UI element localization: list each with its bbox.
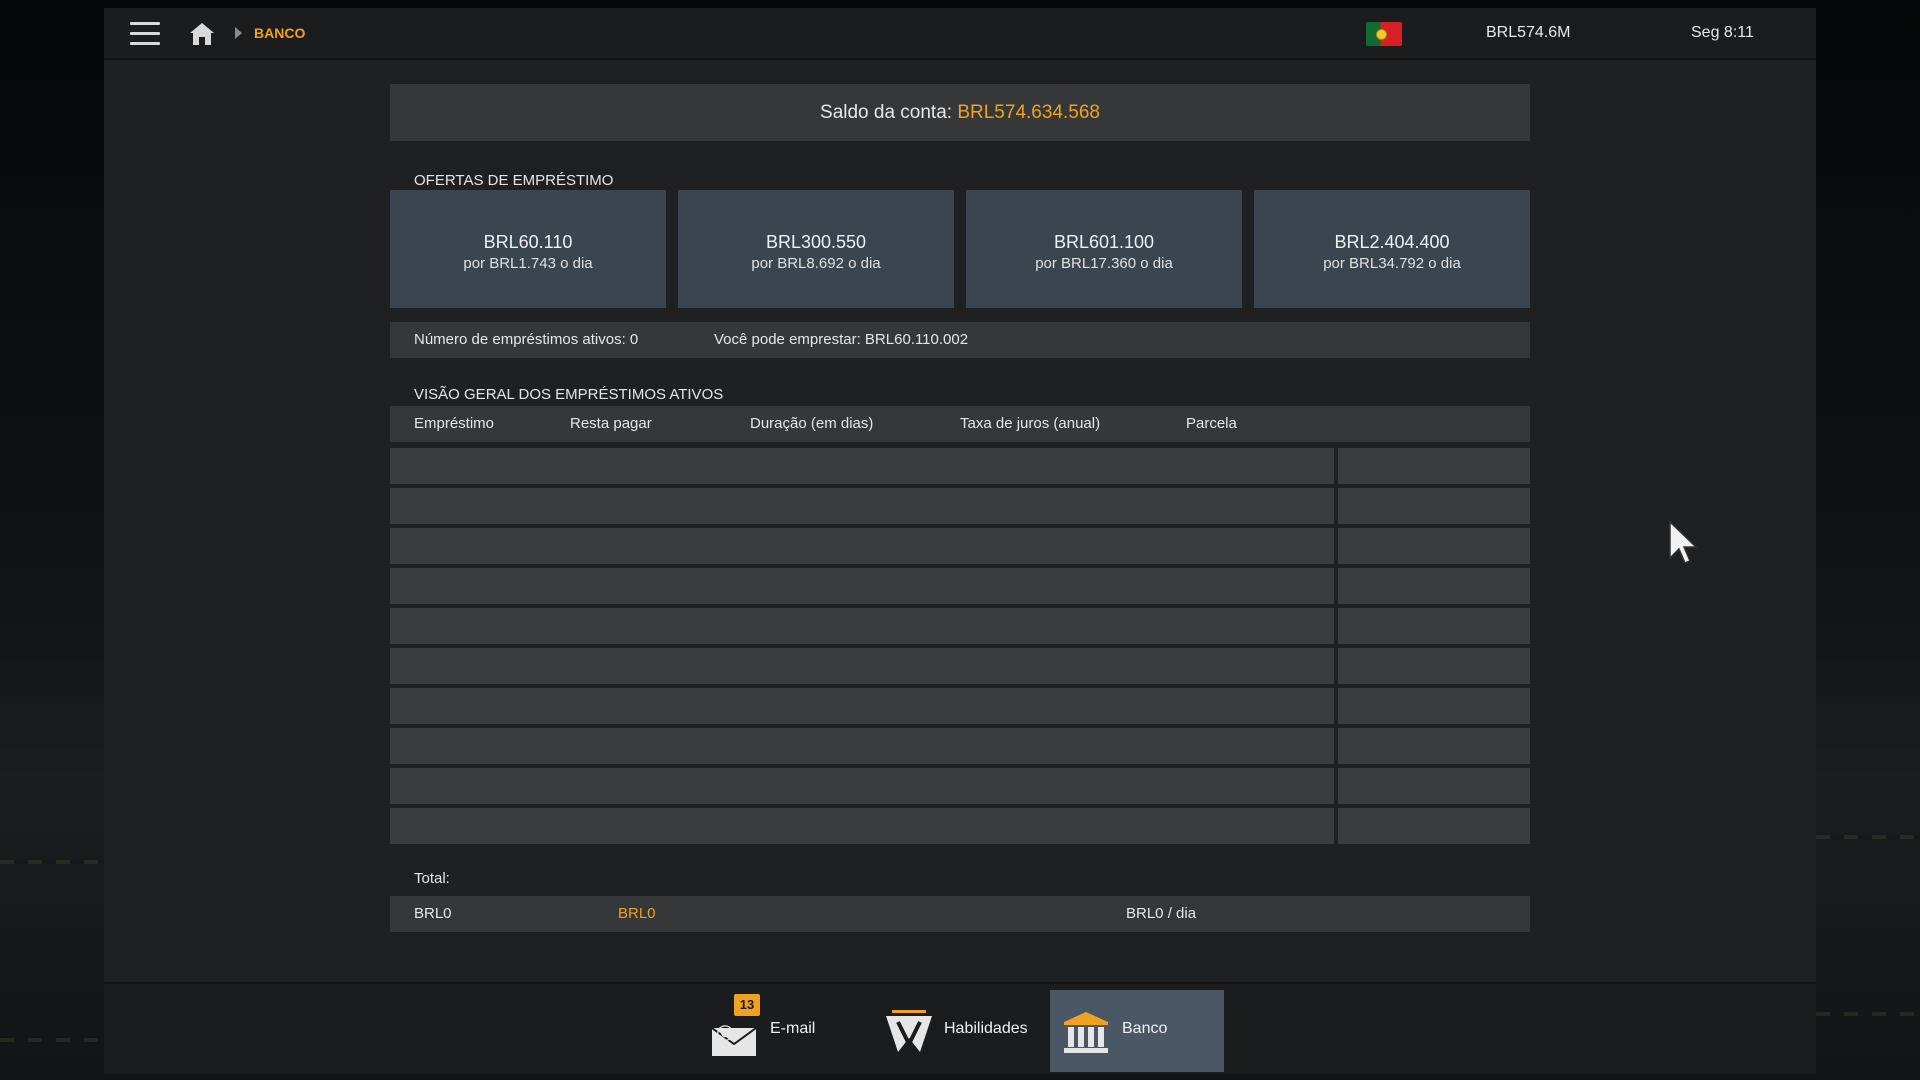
offer-amount: BRL300.550 [765, 232, 867, 252]
loan-offer-card[interactable]: BRL2.404.400 por BRL34.792 o dia [1254, 190, 1530, 308]
table-row [390, 568, 1530, 604]
table-row [390, 608, 1530, 644]
top-bar: BANCO BRL574.6M Seg 8:11 [104, 8, 1816, 60]
account-balance: Saldo da conta: BRL574.634.568 [390, 84, 1530, 141]
background-stripe [1816, 1012, 1920, 1016]
total-row: BRL0 BRL0 BRL0 / dia [390, 896, 1530, 932]
offer-rate: por BRL8.692 o dia [751, 255, 881, 272]
offer-amount: BRL601.100 [1053, 232, 1155, 252]
breadcrumb-arrow-icon [235, 27, 242, 39]
table-row [390, 448, 1530, 484]
nav-skills-label: Habilidades [944, 1020, 1028, 1037]
borrow-limit: Você pode emprestar: BRL60.110.002 [714, 331, 969, 348]
active-loans-count: Número de empréstimos ativos: 0 [414, 331, 639, 348]
loan-offer-card[interactable]: BRL300.550 por BRL8.692 o dia [678, 190, 954, 308]
email-icon: @ [711, 1022, 757, 1061]
total-installment: BRL0 / dia [1126, 905, 1197, 922]
balance-label: Saldo da conta: [820, 102, 953, 123]
table-row [390, 648, 1530, 684]
table-row [390, 528, 1530, 564]
offer-rate: por BRL34.792 o dia [1323, 255, 1461, 272]
background-stripe [0, 860, 104, 864]
game-time: Seg 8:11 [1691, 24, 1754, 41]
money-display: BRL574.6M [1486, 24, 1571, 41]
loan-info-bar: Número de empréstimos ativos: 0 Você pod… [390, 322, 1530, 358]
nav-bank[interactable]: Banco [1050, 990, 1224, 1072]
skills-icon [886, 1010, 932, 1059]
loan-offer-card[interactable]: BRL60.110 por BRL1.743 o dia [390, 190, 666, 308]
offer-amount: BRL2.404.400 [1334, 232, 1450, 252]
breadcrumb[interactable]: BANCO [254, 25, 305, 41]
nav-email[interactable]: @ 13 E-mail [704, 990, 870, 1072]
table-row [390, 488, 1530, 524]
mouse-pointer-icon [1668, 520, 1698, 571]
loan-offer-card[interactable]: BRL601.100 por BRL17.360 o dia [966, 190, 1242, 308]
offer-rate: por BRL1.743 o dia [463, 255, 593, 272]
table-row [390, 728, 1530, 764]
table-header: Empréstimo Resta pagar Duração (em dias)… [390, 406, 1530, 442]
menu-icon[interactable] [130, 22, 160, 46]
bottom-nav: @ 13 E-mail Habilidades Banco [104, 982, 1816, 1074]
table-row [390, 768, 1530, 804]
bank-icon [1064, 1010, 1108, 1059]
background-stripe [1816, 835, 1920, 839]
background-stripe [0, 1038, 104, 1042]
nav-email-label: E-mail [770, 1020, 816, 1037]
column-header-loan: Empréstimo [414, 415, 495, 432]
bank-window: BANCO BRL574.6M Seg 8:11 Saldo da conta:… [104, 8, 1816, 1074]
offers-title: OFERTAS DE EMPRÉSTIMO [414, 172, 614, 189]
total-remaining: BRL0 [618, 905, 656, 922]
total-label: Total: [414, 870, 450, 887]
column-header-interest: Taxa de juros (anual) [960, 415, 1101, 432]
nav-bank-label: Banco [1122, 1020, 1168, 1037]
home-icon[interactable] [188, 21, 216, 47]
balance-value: BRL574.634.568 [957, 102, 1100, 123]
overview-title: VISÃO GERAL DOS EMPRÉSTIMOS ATIVOS [414, 386, 724, 403]
column-header-remaining: Resta pagar [570, 415, 652, 432]
nav-skills[interactable]: Habilidades [878, 990, 1044, 1072]
offer-amount: BRL60.110 [483, 232, 573, 252]
table-row [390, 808, 1530, 844]
total-loan: BRL0 [414, 905, 452, 922]
svg-text:@: @ [716, 1022, 734, 1043]
email-badge: 13 [734, 994, 760, 1016]
portugal-flag-icon[interactable] [1366, 22, 1402, 46]
column-header-installment: Parcela [1186, 415, 1237, 432]
table-row [390, 688, 1530, 724]
offer-rate: por BRL17.360 o dia [1035, 255, 1173, 272]
loan-offers: BRL60.110 por BRL1.743 o dia BRL300.550 … [390, 190, 1530, 308]
column-header-duration: Duração (em dias) [750, 415, 874, 432]
